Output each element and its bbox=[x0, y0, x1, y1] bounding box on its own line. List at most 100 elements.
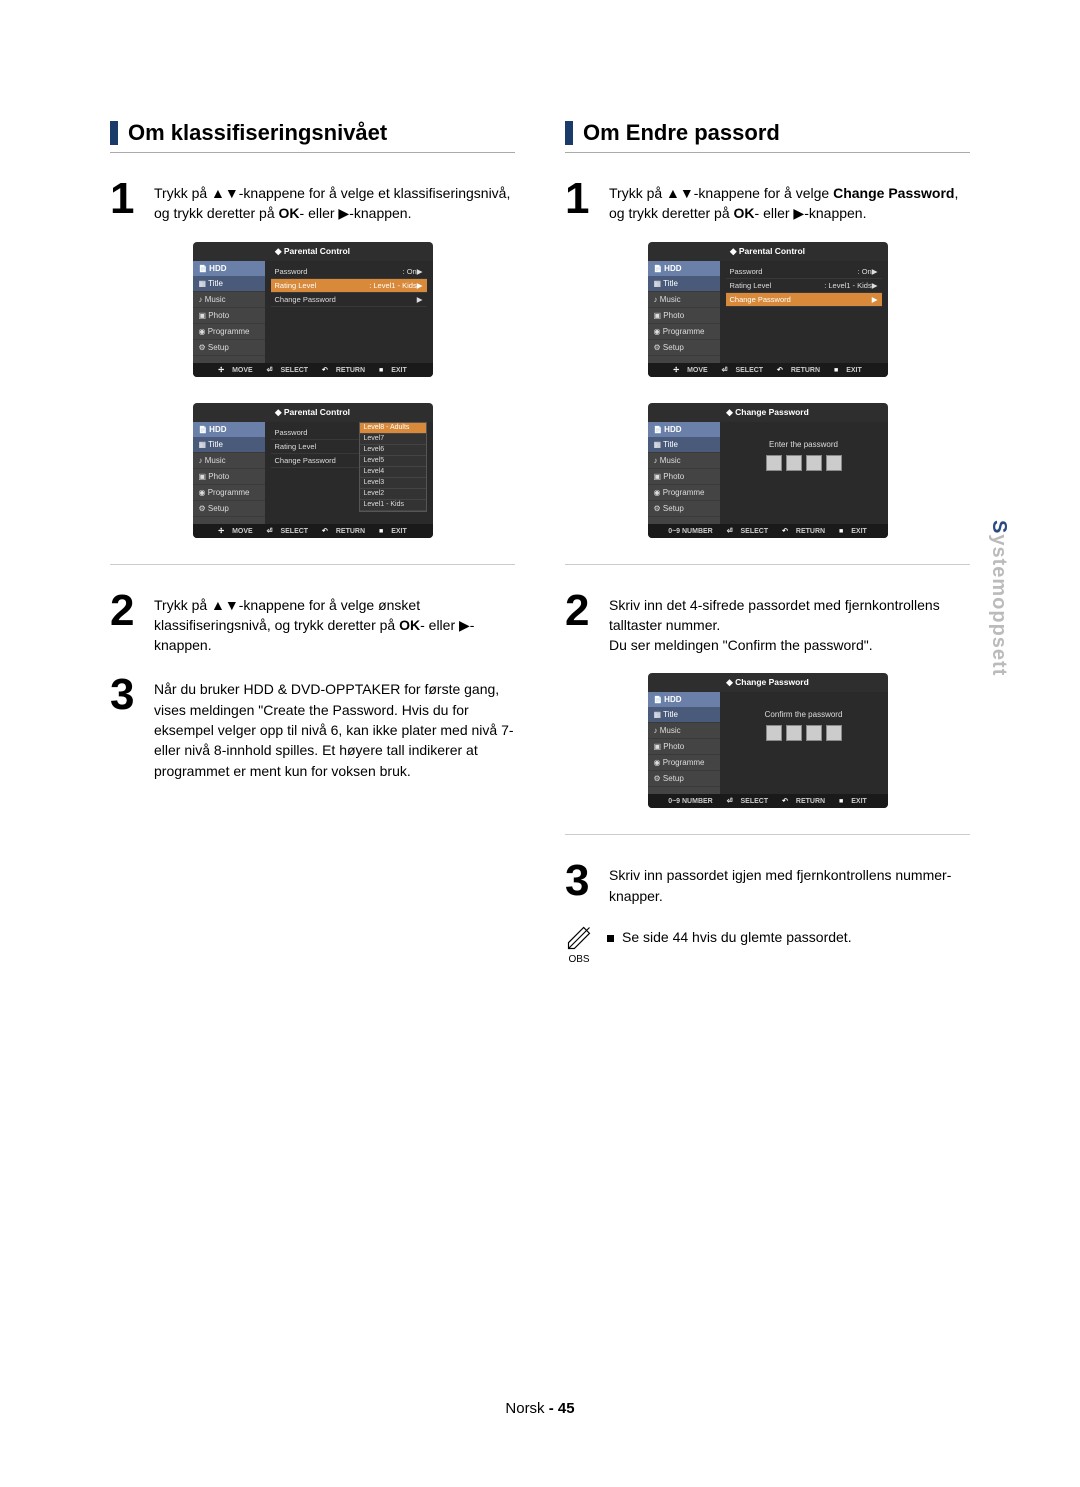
password-boxes bbox=[726, 455, 882, 471]
heading-left: Om klassifiseringsnivået bbox=[110, 120, 515, 146]
osd-row-password: Password: On ▶ bbox=[726, 265, 882, 279]
confirm-password-label: Confirm the password bbox=[726, 710, 882, 719]
left-step-1: 1 Trykk på ▲▼-knappene for å velge et kl… bbox=[110, 177, 515, 224]
pw-digit bbox=[806, 725, 822, 741]
side-tab: Systemoppsett bbox=[987, 520, 1010, 676]
osd-parental-control-3: Parental Control HDD Title Music Photo P… bbox=[648, 242, 888, 377]
t: EXIT bbox=[846, 367, 862, 374]
t: : Level1 - Kids bbox=[824, 281, 872, 290]
exit-icon: ■ bbox=[379, 367, 383, 374]
t: Du ser meldingen "Confirm the password". bbox=[609, 637, 873, 653]
password-area: Confirm the password bbox=[726, 696, 882, 741]
t: Change Password bbox=[275, 295, 417, 304]
exit-icon: ■ bbox=[379, 528, 383, 535]
step-number: 2 bbox=[110, 589, 144, 633]
t: MOVE bbox=[232, 528, 253, 535]
t: SELECT bbox=[735, 367, 763, 374]
pw-digit bbox=[826, 455, 842, 471]
step-text: Trykk på ▲▼-knappene for å velge et klas… bbox=[154, 177, 515, 224]
note-icon: OBS bbox=[565, 924, 593, 965]
osd-enter-password: Change Password HDD Title Music Photo Pr… bbox=[648, 403, 888, 538]
left-column: Om klassifiseringsnivået 1 Trykk på ▲▼-k… bbox=[110, 120, 515, 965]
t: RETURN bbox=[791, 367, 820, 374]
t: Skriv inn det 4-sifrede passordet med fj… bbox=[609, 597, 940, 633]
side-tab-accent: S bbox=[988, 520, 1010, 534]
footer-lang: Norsk bbox=[505, 1400, 544, 1417]
step-text: Trykk på ▲▼-knappene for å velge ønsket … bbox=[154, 589, 515, 656]
pencil-note-icon bbox=[565, 924, 593, 952]
t: SELECT bbox=[741, 528, 769, 535]
osd-item-title: Title bbox=[193, 276, 265, 292]
osd-row-change: Change Password▶ bbox=[271, 293, 427, 307]
arrow-right-icon: ▶ bbox=[872, 295, 878, 304]
divider bbox=[565, 834, 970, 835]
step-text: Skriv inn passordet igjen med fjernkontr… bbox=[609, 859, 970, 906]
step-text: Skriv inn det 4-sifrede passordet med fj… bbox=[609, 589, 970, 656]
heading-right-text: Om Endre passord bbox=[583, 120, 780, 146]
osd-item-title: Title bbox=[648, 707, 720, 723]
osd-title: Change Password bbox=[648, 673, 888, 692]
osd-footer: ✢ MOVE ⏎ SELECT ↶ RETURN ■ EXIT bbox=[193, 363, 433, 377]
level-option: Level5 bbox=[360, 456, 426, 467]
osd-row-rating: Rating Level: Level1 - Kids ▶ bbox=[271, 279, 427, 293]
footer-page: - 45 bbox=[549, 1400, 575, 1417]
rating-level-dropdown: Level8 - Adults Level7 Level6 Level5 Lev… bbox=[359, 422, 427, 512]
t: SELECT bbox=[280, 528, 308, 535]
bullet-icon bbox=[607, 935, 614, 942]
t: RETURN bbox=[336, 367, 365, 374]
t: -knappene for å velge bbox=[694, 185, 833, 201]
select-icon: ⏎ bbox=[267, 528, 273, 535]
osd-hdd: HDD bbox=[648, 261, 720, 276]
t: Se side 44 hvis du glemte passordet. bbox=[622, 929, 852, 945]
osd-item-photo: Photo bbox=[648, 469, 720, 485]
t: 0~9 NUMBER bbox=[668, 528, 713, 535]
t: Rating Level bbox=[275, 281, 370, 290]
osd-hdd: HDD bbox=[193, 422, 265, 437]
osd-title: Parental Control bbox=[193, 403, 433, 422]
return-icon: ↶ bbox=[322, 367, 328, 374]
arrow-right-icon: ▶ bbox=[417, 267, 423, 276]
right-step-3: 3 Skriv inn passordet igjen med fjernkon… bbox=[565, 859, 970, 906]
osd-main: Password: On ▶ Rating Level: Level1 - Ki… bbox=[265, 261, 433, 363]
t: Change Password bbox=[833, 185, 954, 201]
heading-bar-icon bbox=[110, 121, 118, 145]
level-option: Level4 bbox=[360, 467, 426, 478]
osd-item-music: Music bbox=[193, 292, 265, 308]
pw-digit bbox=[786, 455, 802, 471]
return-icon: ↶ bbox=[782, 528, 788, 535]
osd-hdd: HDD bbox=[648, 692, 720, 707]
osd-footer: 0~9 NUMBER ⏎ SELECT ↶ RETURN ■ EXIT bbox=[648, 794, 888, 808]
level-option: Level2 bbox=[360, 489, 426, 500]
level-option: Level6 bbox=[360, 445, 426, 456]
osd-sidebar: HDD Title Music Photo Programme Setup bbox=[648, 261, 720, 363]
t: SELECT bbox=[741, 798, 769, 805]
two-column-layout: Om klassifiseringsnivået 1 Trykk på ▲▼-k… bbox=[110, 120, 970, 965]
t: RETURN bbox=[336, 528, 365, 535]
t: EXIT bbox=[391, 367, 407, 374]
step-number: 3 bbox=[110, 673, 144, 717]
exit-icon: ■ bbox=[834, 367, 838, 374]
osd-footer: 0~9 NUMBER ⏎ SELECT ↶ RETURN ■ EXIT bbox=[648, 524, 888, 538]
osd-item-music: Music bbox=[648, 292, 720, 308]
divider bbox=[110, 564, 515, 565]
return-icon: ↶ bbox=[777, 367, 783, 374]
osd-item-photo: Photo bbox=[648, 308, 720, 324]
osd-sidebar: HDD Title Music Photo Programme Setup bbox=[193, 422, 265, 524]
osd-main: Password: On ▶ Rating Level: Level1 - Ki… bbox=[720, 261, 888, 363]
select-icon: ⏎ bbox=[727, 528, 733, 535]
note: OBS Se side 44 hvis du glemte passordet. bbox=[565, 924, 970, 965]
obs-label: OBS bbox=[565, 954, 593, 965]
osd-item-programme: Programme bbox=[193, 324, 265, 340]
t: OK bbox=[399, 617, 420, 633]
page: Om klassifiseringsnivået 1 Trykk på ▲▼-k… bbox=[0, 0, 1080, 1487]
exit-icon: ■ bbox=[839, 528, 843, 535]
t: -knappen. bbox=[349, 205, 411, 221]
osd-item-title: Title bbox=[648, 437, 720, 453]
step-text: Når du bruker HDD & DVD-OPPTAKER for før… bbox=[154, 673, 515, 780]
arrow-right-icon: ▶ bbox=[872, 267, 878, 276]
osd-item-programme: Programme bbox=[193, 485, 265, 501]
t: : On bbox=[403, 267, 417, 276]
t: EXIT bbox=[391, 528, 407, 535]
level-option: Level7 bbox=[360, 434, 426, 445]
level-option: Level1 - Kids bbox=[360, 500, 426, 511]
